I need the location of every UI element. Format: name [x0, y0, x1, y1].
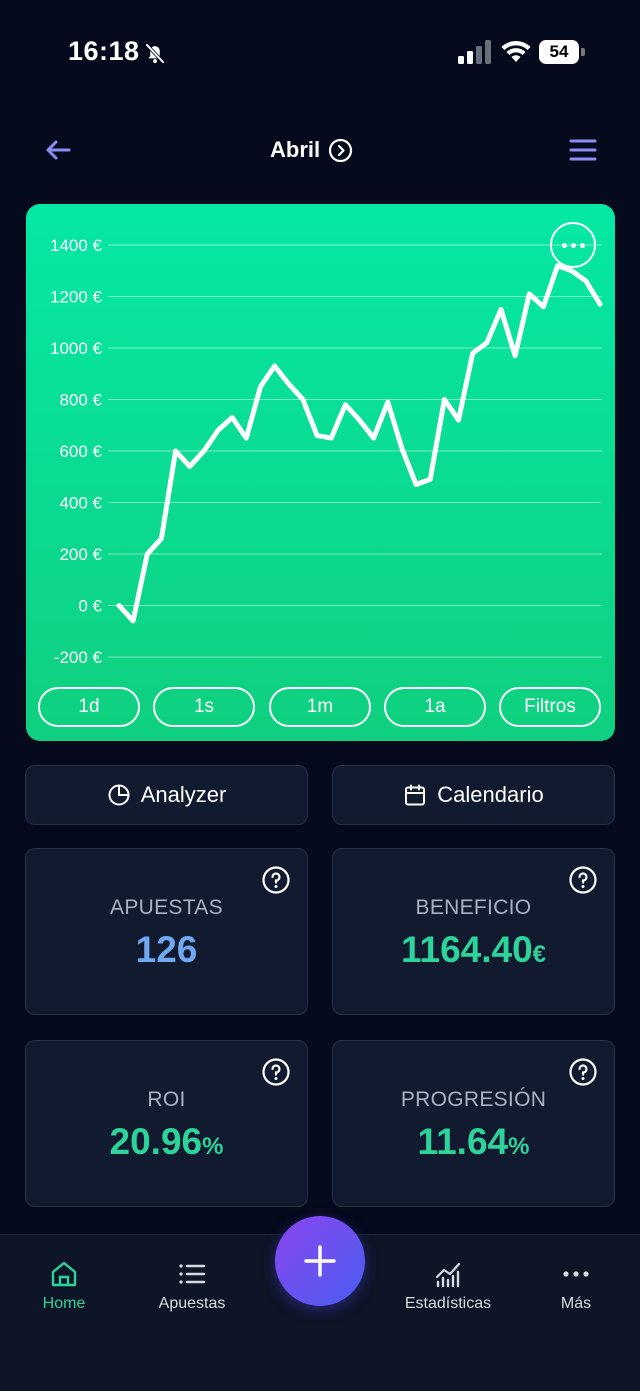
range-1a-button[interactable]: 1a	[384, 687, 486, 727]
stat-value: 20.96%	[109, 1121, 224, 1162]
stat-value: 1164.40€	[400, 929, 547, 970]
nav-more[interactable]: Más	[546, 1259, 606, 1313]
battery-icon: 54	[539, 40, 585, 64]
profit-line-chart: 1400 € 1200 € 1000 € 800 € 600 € 400 € 200 € 0 …	[50, 236, 603, 667]
nav-bets-label: Apuestas	[158, 1295, 226, 1312]
month-selector[interactable]: Abril	[270, 134, 353, 166]
help-icon[interactable]	[568, 1057, 598, 1087]
y-tick-label: 600 €	[59, 442, 102, 461]
battery-level: 54	[539, 40, 579, 64]
status-bar: 16:18 54	[0, 0, 640, 100]
more-dots-icon	[563, 1271, 589, 1277]
y-tick-label: 1400 €	[50, 236, 103, 255]
y-tick-label: 0 €	[78, 597, 102, 616]
y-tick-label: 1000 €	[50, 339, 103, 358]
profit-series-line	[116, 263, 603, 624]
nav-statistics-label: Estadísticas	[404, 1295, 492, 1312]
analyzer-button[interactable]: Analyzer	[25, 765, 308, 825]
y-tick-label: 200 €	[59, 545, 102, 564]
list-icon	[179, 1264, 206, 1284]
stat-card-roi: ROI 20.96%	[25, 1040, 308, 1207]
stat-label: ROI	[147, 1088, 186, 1111]
help-icon[interactable]	[568, 865, 598, 895]
y-tick-label: 800 €	[59, 391, 102, 410]
pie-chart-icon	[108, 784, 130, 806]
back-arrow-icon[interactable]	[40, 132, 76, 168]
stat-value: 11.64%	[417, 1121, 530, 1162]
calendar-icon	[405, 784, 426, 806]
stat-label: BENEFICIO	[415, 896, 532, 919]
dot-icon	[570, 242, 576, 248]
bell-muted-icon	[145, 43, 165, 64]
signal-icon	[458, 40, 491, 64]
nav-bets[interactable]: Apuestas	[142, 1259, 242, 1313]
hamburger-menu-icon[interactable]	[566, 134, 600, 166]
calendar-label: Calendario	[437, 782, 544, 807]
dot-icon	[561, 242, 567, 248]
y-tick-label: 400 €	[59, 494, 102, 513]
help-icon[interactable]	[261, 865, 291, 895]
home-icon	[51, 1261, 77, 1287]
stat-label: PROGRESIÓN	[400, 1088, 547, 1111]
y-tick-label: 1200 €	[50, 288, 103, 307]
dot-icon	[579, 242, 585, 248]
chart-more-options-button[interactable]	[550, 222, 596, 268]
stat-card-progresion: PROGRESIÓN 11.64%	[332, 1040, 615, 1207]
wifi-icon	[501, 40, 531, 62]
range-1s-button[interactable]: 1s	[153, 687, 255, 727]
range-1m-button[interactable]: 1m	[269, 687, 371, 727]
nav-home-label: Home	[42, 1295, 86, 1312]
chart-bars-icon	[435, 1262, 461, 1288]
stat-card-apuestas: APUESTAS 126	[25, 848, 308, 1015]
page-title: Abril	[270, 137, 321, 162]
nav-home[interactable]: Home	[24, 1259, 104, 1313]
range-1d-button[interactable]: 1d	[38, 687, 140, 727]
stat-card-beneficio: BENEFICIO 1164.40€	[332, 848, 615, 1015]
add-bet-button[interactable]	[275, 1216, 365, 1306]
help-icon[interactable]	[261, 1057, 291, 1087]
analyzer-label: Analyzer	[140, 782, 227, 807]
stat-label: APUESTAS	[110, 896, 223, 919]
plus-icon	[304, 1245, 336, 1277]
stat-value: 126	[135, 929, 198, 970]
y-tick-label: -200 €	[54, 648, 103, 667]
chevron-right-circle-icon	[329, 138, 353, 162]
calendar-button[interactable]: Calendario	[332, 765, 615, 825]
nav-statistics[interactable]: Estadísticas	[392, 1259, 504, 1313]
nav-more-label: Más	[560, 1295, 592, 1312]
profit-chart-card: 1400 € 1200 € 1000 € 800 € 600 € 400 € 200 € 0 …	[26, 204, 615, 741]
filters-button[interactable]: Filtros	[499, 687, 601, 727]
status-time: 16:18	[68, 36, 140, 66]
